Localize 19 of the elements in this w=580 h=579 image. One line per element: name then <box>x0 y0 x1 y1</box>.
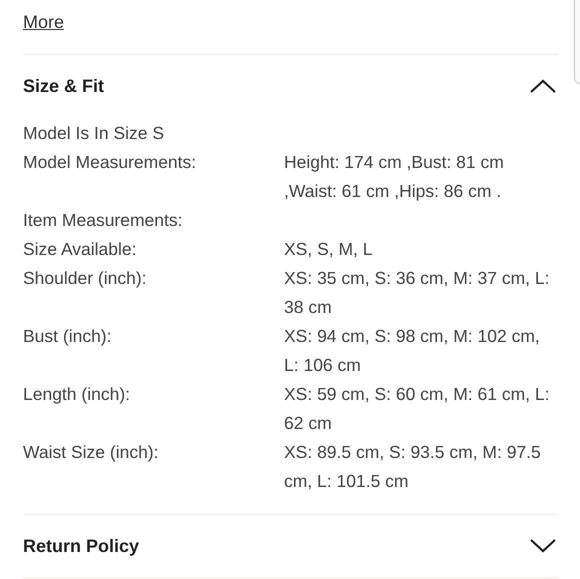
spec-value: XS, S, M, L <box>284 238 374 261</box>
spec-value: XS: 35 cm, S: 36 cm, M: 37 cm, L: 38 cm <box>284 267 550 319</box>
spec-value: XS: 89.5 cm, S: 93.5 cm, M: 97.5 cm, L: 101.5 cm <box>284 441 542 493</box>
spec-label: Model Measurements: <box>23 151 198 174</box>
chevron-down-icon[interactable] <box>530 539 556 553</box>
spec-value: XS: 94 cm, S: 98 cm, M: 102 cm, L: 106 cm <box>284 325 541 377</box>
more-link[interactable]: More <box>23 10 64 34</box>
spec-value: Height: 174 cm ,Bust: 81 cm ,Waist: 61 cm ,Hips: 86 cm . <box>284 151 505 203</box>
spec-label: Size Available: <box>23 238 138 261</box>
spec-label: Waist Size (inch): <box>23 441 160 464</box>
spec-label: Bust (inch): <box>23 325 112 348</box>
section-title[interactable]: Size & Fit <box>23 76 104 96</box>
spec-label: Model Is In Size S <box>23 122 166 145</box>
chevron-up-icon[interactable] <box>530 79 556 93</box>
section-title[interactable]: Return Policy <box>23 536 140 556</box>
spec-label: Shoulder (inch): <box>23 267 148 290</box>
spec-label: Length (inch): <box>23 383 132 406</box>
spec-value: XS: 59 cm, S: 60 cm, M: 61 cm, L: 62 cm <box>284 383 550 435</box>
spec-label: Item Measurements: <box>23 209 184 232</box>
